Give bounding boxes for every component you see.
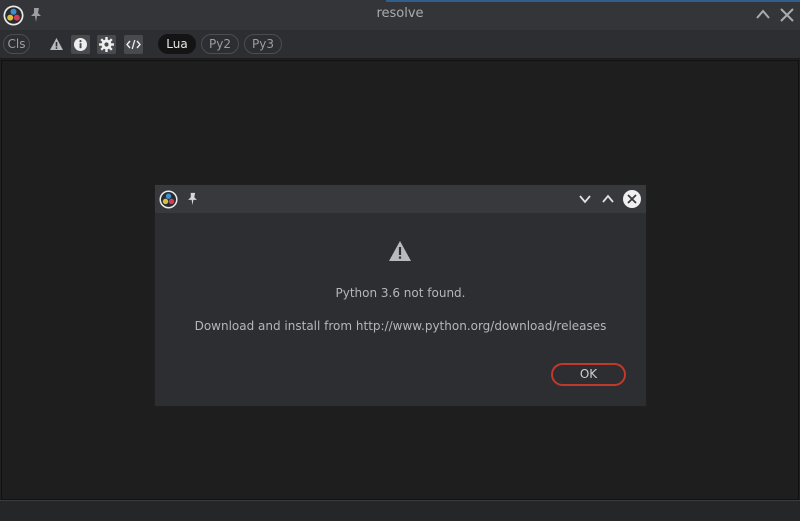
warning-icon[interactable] (47, 35, 66, 54)
py2-language-button[interactable]: Py2 (201, 34, 239, 54)
dialog-detail: Download and install from http://www.pyt… (194, 319, 607, 333)
py3-language-button[interactable]: Py3 (244, 34, 282, 54)
warning-icon (389, 241, 411, 261)
console-toolbar: Cls Lua Py2 Py3 (0, 30, 800, 59)
dialog-message: Python 3.6 not found. (335, 286, 466, 300)
chevron-down-icon[interactable] (578, 193, 592, 205)
code-icon[interactable] (124, 35, 143, 54)
ok-button[interactable]: OK (551, 363, 626, 386)
error-dialog: Python 3.6 not found. Download and insta… (155, 185, 646, 406)
pin-icon[interactable] (186, 192, 199, 206)
lua-language-button[interactable]: Lua (158, 34, 196, 54)
dialog-title-bar (155, 185, 646, 213)
gear-icon[interactable] (97, 35, 116, 54)
info-icon[interactable] (71, 35, 90, 54)
clear-button[interactable]: Cls (3, 34, 30, 54)
close-icon[interactable] (622, 189, 642, 209)
chevron-up-icon[interactable] (601, 193, 615, 205)
window-title: resolve (376, 6, 424, 21)
title-accent-line (386, 0, 800, 2)
chevron-up-icon[interactable] (755, 7, 771, 21)
console-input-bar[interactable] (0, 500, 800, 521)
davinci-resolve-logo-icon (159, 190, 178, 209)
title-bar: resolve (0, 0, 800, 30)
close-icon[interactable] (778, 6, 796, 24)
